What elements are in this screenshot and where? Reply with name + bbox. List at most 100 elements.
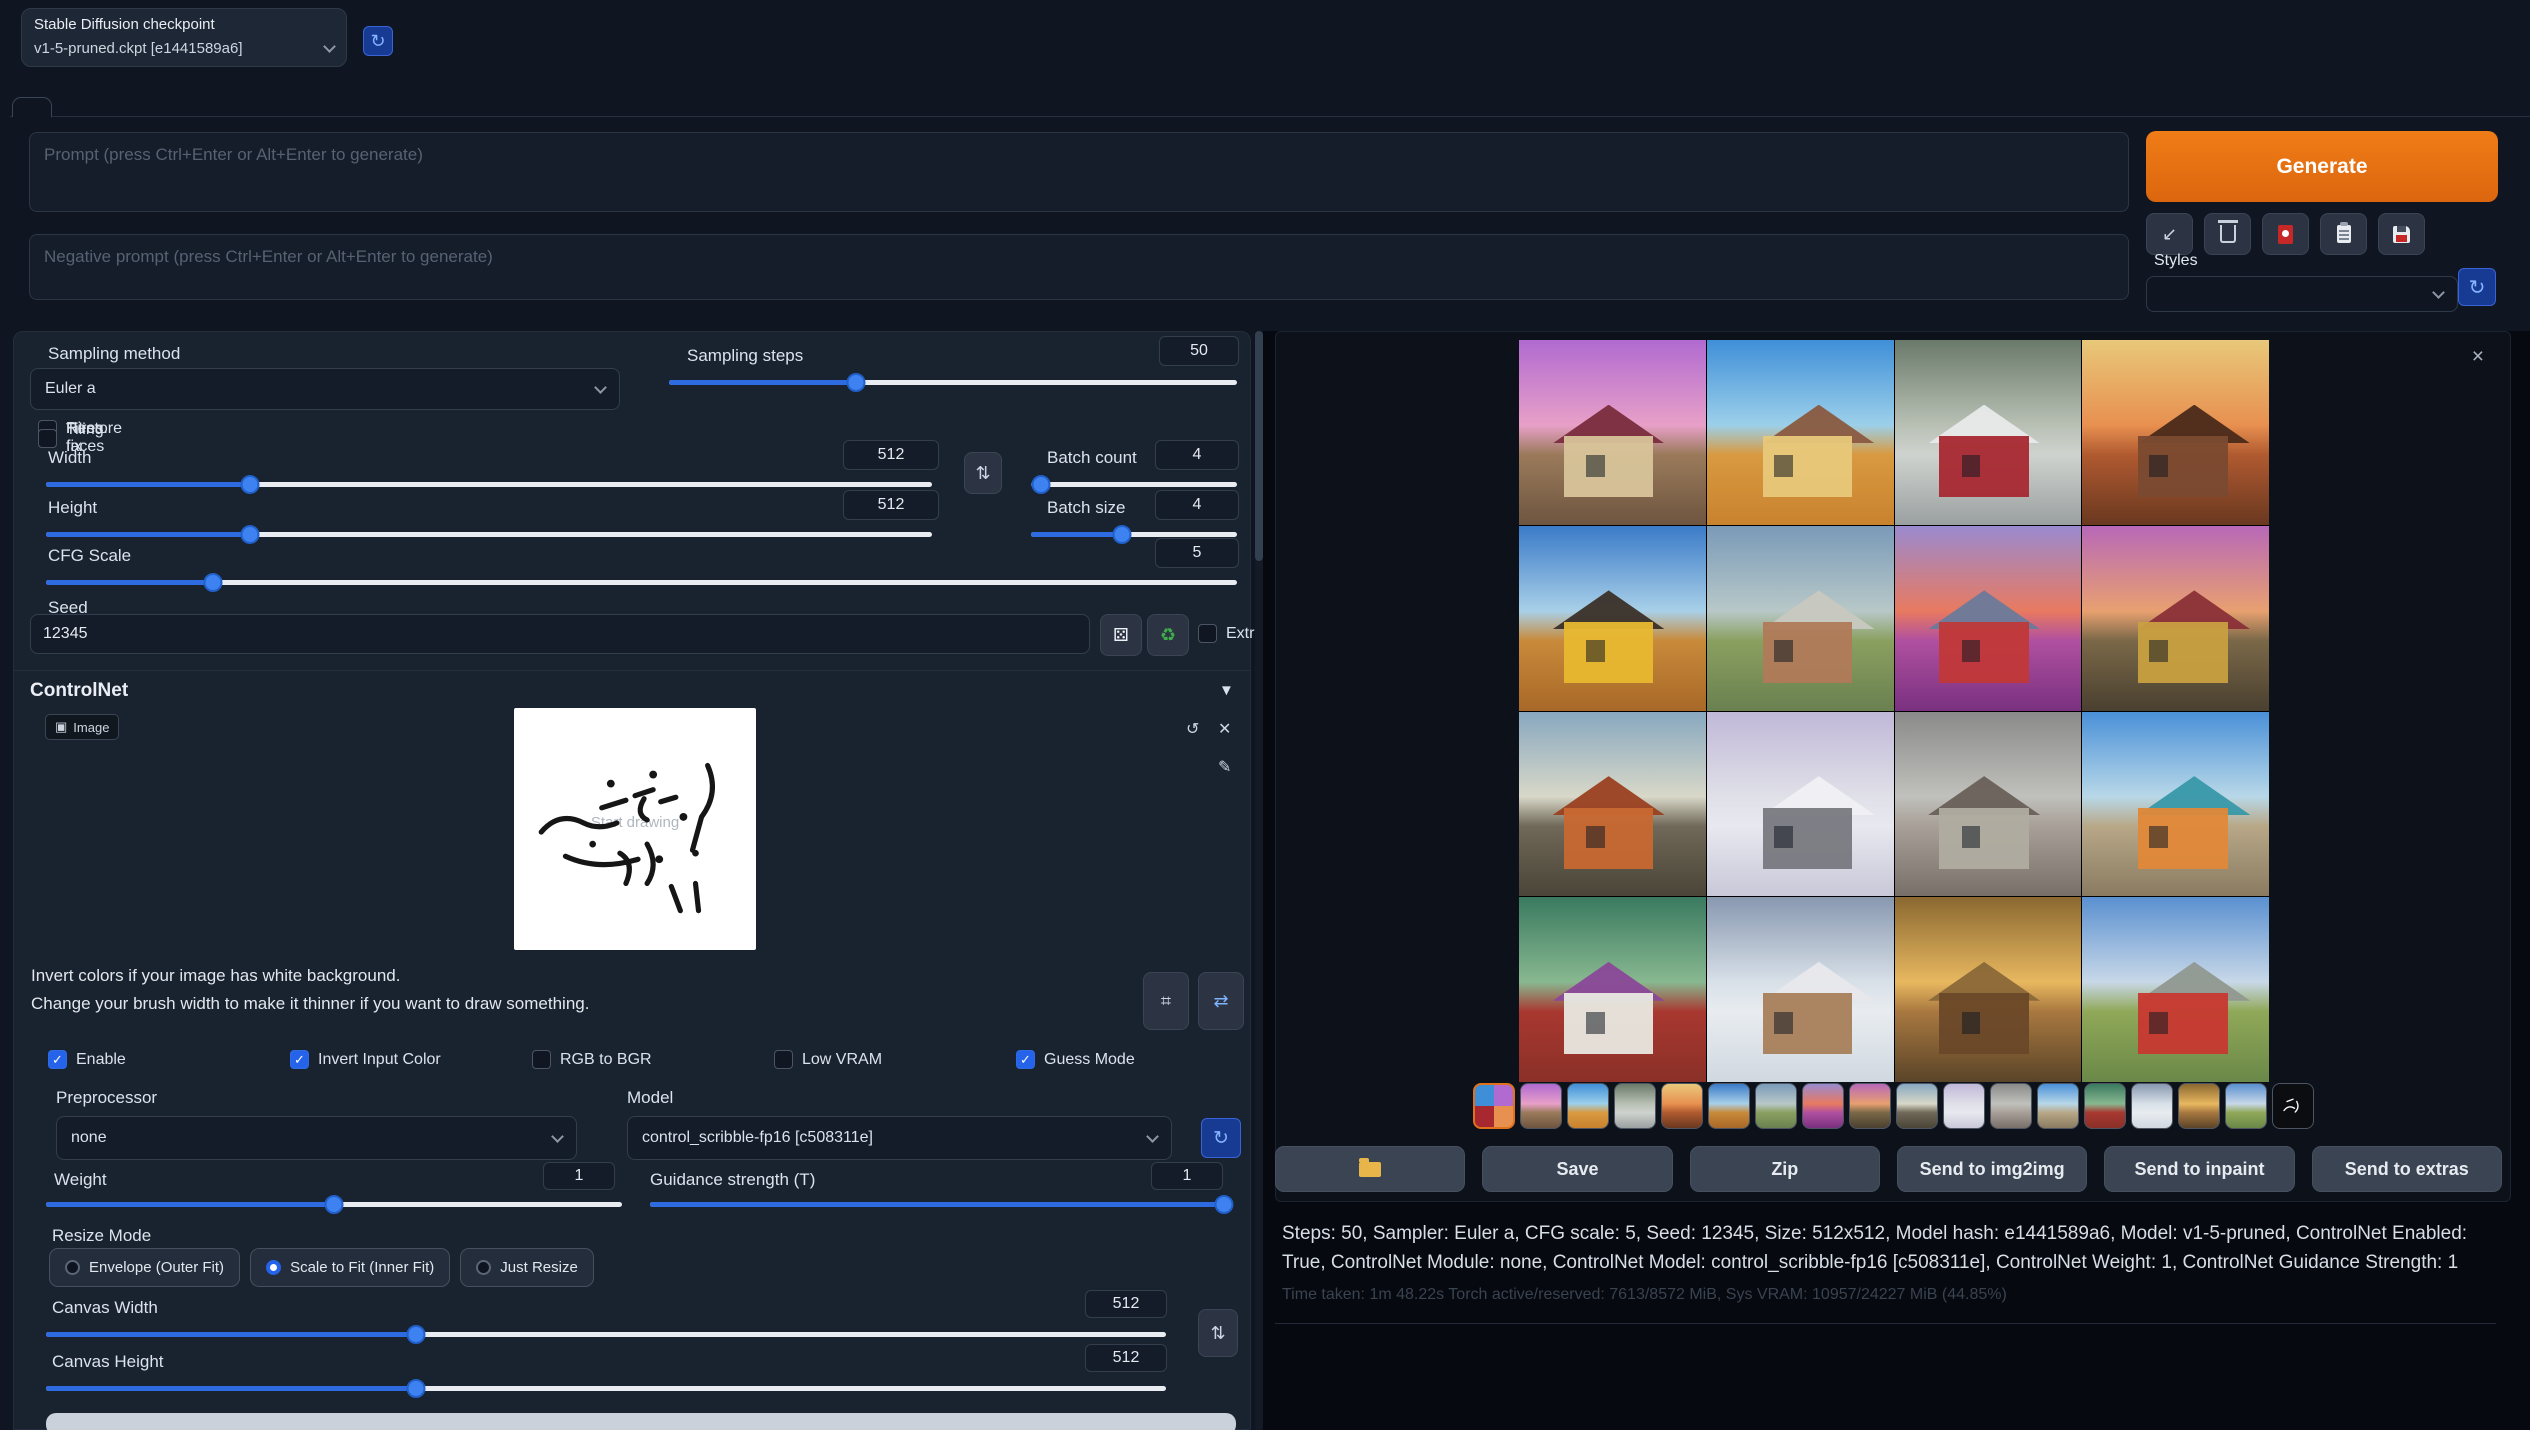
generated-image[interactable] xyxy=(1707,712,1894,897)
preprocessor-dropdown[interactable]: none xyxy=(56,1116,577,1160)
swap-canvas-dims-button[interactable]: ⇅ xyxy=(1198,1309,1238,1357)
generated-image[interactable] xyxy=(1519,897,1706,1082)
result-action-button[interactable]: Send to extras xyxy=(2312,1146,2502,1192)
seed-input[interactable] xyxy=(30,614,1090,654)
controlnet-image-tab[interactable]: ▣Image xyxy=(45,714,119,740)
thumbnail[interactable] xyxy=(1708,1083,1750,1129)
generate-button[interactable]: Generate xyxy=(2146,131,2498,202)
height-value[interactable]: 512 xyxy=(843,490,939,520)
canvas-height-value[interactable]: 512 xyxy=(1085,1344,1167,1372)
batch-size-value[interactable]: 4 xyxy=(1155,490,1239,520)
result-action-button[interactable]: Zip xyxy=(1690,1146,1880,1192)
scrollbar-thumb[interactable] xyxy=(1255,331,1263,561)
result-action-button[interactable]: Save xyxy=(1482,1146,1672,1192)
cfg-scale-value[interactable]: 5 xyxy=(1155,538,1239,568)
sampling-method-dropdown[interactable]: Euler a xyxy=(30,368,620,410)
result-action-button[interactable]: Send to inpaint xyxy=(2104,1146,2294,1192)
batch-count-value[interactable]: 4 xyxy=(1155,440,1239,470)
generated-image[interactable] xyxy=(1707,526,1894,711)
radio-option[interactable]: Scale to Fit (Inner Fit) xyxy=(250,1248,450,1287)
webcam-button[interactable]: ⌗ xyxy=(1143,972,1189,1030)
generated-image[interactable] xyxy=(1519,340,1706,525)
controlnet-canvas[interactable]: Start drawing xyxy=(514,708,756,950)
generated-image[interactable] xyxy=(1895,897,2082,1082)
generated-image[interactable] xyxy=(1707,897,1894,1082)
weight-slider[interactable] xyxy=(46,1194,622,1214)
width-slider[interactable] xyxy=(46,474,932,494)
generated-image[interactable] xyxy=(2082,526,2269,711)
thumbnail[interactable] xyxy=(1755,1083,1797,1129)
tab[interactable] xyxy=(278,98,316,116)
thumbnail[interactable] xyxy=(2225,1083,2267,1129)
generated-image[interactable] xyxy=(2082,340,2269,525)
thumbnail[interactable] xyxy=(2131,1083,2173,1129)
radio-option[interactable]: Just Resize xyxy=(460,1248,594,1287)
sampling-steps-value[interactable]: 50 xyxy=(1159,336,1239,366)
thumbnail[interactable] xyxy=(1943,1083,1985,1129)
generated-image[interactable] xyxy=(1519,526,1706,711)
sampling-steps-slider[interactable] xyxy=(669,372,1237,392)
brush-tool-button[interactable]: ✎ xyxy=(1212,756,1237,778)
clear-prompt-button[interactable] xyxy=(2204,213,2251,255)
style-book-button[interactable] xyxy=(2262,213,2309,255)
height-slider[interactable] xyxy=(46,524,932,544)
checkbox-row[interactable]: ✓Invert Input Color xyxy=(290,1050,532,1069)
thumbnail[interactable] xyxy=(1614,1083,1656,1129)
guidance-strength-value[interactable]: 1 xyxy=(1151,1162,1223,1190)
tab[interactable] xyxy=(12,97,52,118)
checkbox-row[interactable]: ✓Enable xyxy=(48,1050,290,1069)
checkbox-row[interactable]: ✓RGB to BGR xyxy=(532,1050,774,1069)
canvas-height-slider[interactable] xyxy=(46,1378,1166,1398)
styles-select[interactable]: Styles xyxy=(2146,252,2458,312)
thumbnail[interactable] xyxy=(2178,1083,2220,1129)
thumbnail[interactable] xyxy=(1990,1083,2032,1129)
collapse-arrow-icon[interactable]: ▼ xyxy=(1219,682,1234,699)
negative-prompt-input[interactable] xyxy=(29,234,2129,300)
reuse-seed-button[interactable]: ♻ xyxy=(1147,614,1189,656)
apply-style-button[interactable] xyxy=(2320,213,2367,255)
prompt-input[interactable] xyxy=(29,132,2129,212)
guidance-strength-slider[interactable] xyxy=(650,1194,1224,1214)
tab[interactable] xyxy=(102,98,140,116)
tab[interactable] xyxy=(190,98,228,116)
canvas-width-value[interactable]: 512 xyxy=(1085,1290,1167,1318)
checkpoint-dropdown[interactable]: Stable Diffusion checkpoint v1-5-pruned.… xyxy=(21,8,347,67)
tab[interactable] xyxy=(58,98,96,116)
swap-width-height-button[interactable]: ⇅ xyxy=(964,452,1002,494)
tab[interactable] xyxy=(322,98,360,116)
extra-seed-checkbox[interactable]: ✓Extra xyxy=(1198,624,1263,643)
thumbnail[interactable] xyxy=(1473,1083,1515,1129)
thumbnail[interactable] xyxy=(1849,1083,1891,1129)
width-value[interactable]: 512 xyxy=(843,440,939,470)
tab[interactable] xyxy=(146,98,184,116)
thumbnail[interactable] xyxy=(1896,1083,1938,1129)
cfg-scale-slider[interactable] xyxy=(46,572,1237,592)
controlnet-model-dropdown[interactable]: control_scribble-fp16 [c508311e] xyxy=(627,1116,1172,1160)
result-action-button[interactable]: Send to img2img xyxy=(1897,1146,2087,1192)
thumbnail[interactable] xyxy=(1567,1083,1609,1129)
thumbnail[interactable] xyxy=(2037,1083,2079,1129)
paste-params-button[interactable]: ↙ xyxy=(2146,213,2193,255)
random-seed-button[interactable]: ⚄ xyxy=(1100,614,1142,656)
canvas-width-slider[interactable] xyxy=(46,1324,1166,1344)
undo-stroke-button[interactable]: ↺ xyxy=(1180,718,1205,740)
thumbnail[interactable] xyxy=(1520,1083,1562,1129)
clear-canvas-button[interactable]: ✕ xyxy=(1212,718,1237,740)
checkpoint-refresh-button[interactable]: ↻ xyxy=(363,26,393,56)
collapsed-button-bar[interactable] xyxy=(46,1413,1236,1430)
generated-image[interactable] xyxy=(1707,340,1894,525)
tab[interactable] xyxy=(234,98,272,116)
generated-image[interactable] xyxy=(1895,712,2082,897)
radio-option[interactable]: Envelope (Outer Fit) xyxy=(49,1248,240,1287)
thumbnail[interactable] xyxy=(1661,1083,1703,1129)
generated-image[interactable] xyxy=(1519,712,1706,897)
thumbnail[interactable] xyxy=(2272,1083,2314,1129)
generated-image[interactable] xyxy=(2082,897,2269,1082)
checkbox-row[interactable]: ✓Low VRAM xyxy=(774,1050,1016,1069)
thumbnail[interactable] xyxy=(1802,1083,1844,1129)
thumbnail[interactable] xyxy=(2084,1083,2126,1129)
weight-value[interactable]: 1 xyxy=(543,1162,615,1190)
save-style-button[interactable] xyxy=(2378,213,2425,255)
mirror-webcam-button[interactable]: ⇄ xyxy=(1198,972,1244,1030)
checkbox-row[interactable]: ✓Guess Mode xyxy=(1016,1050,1258,1069)
